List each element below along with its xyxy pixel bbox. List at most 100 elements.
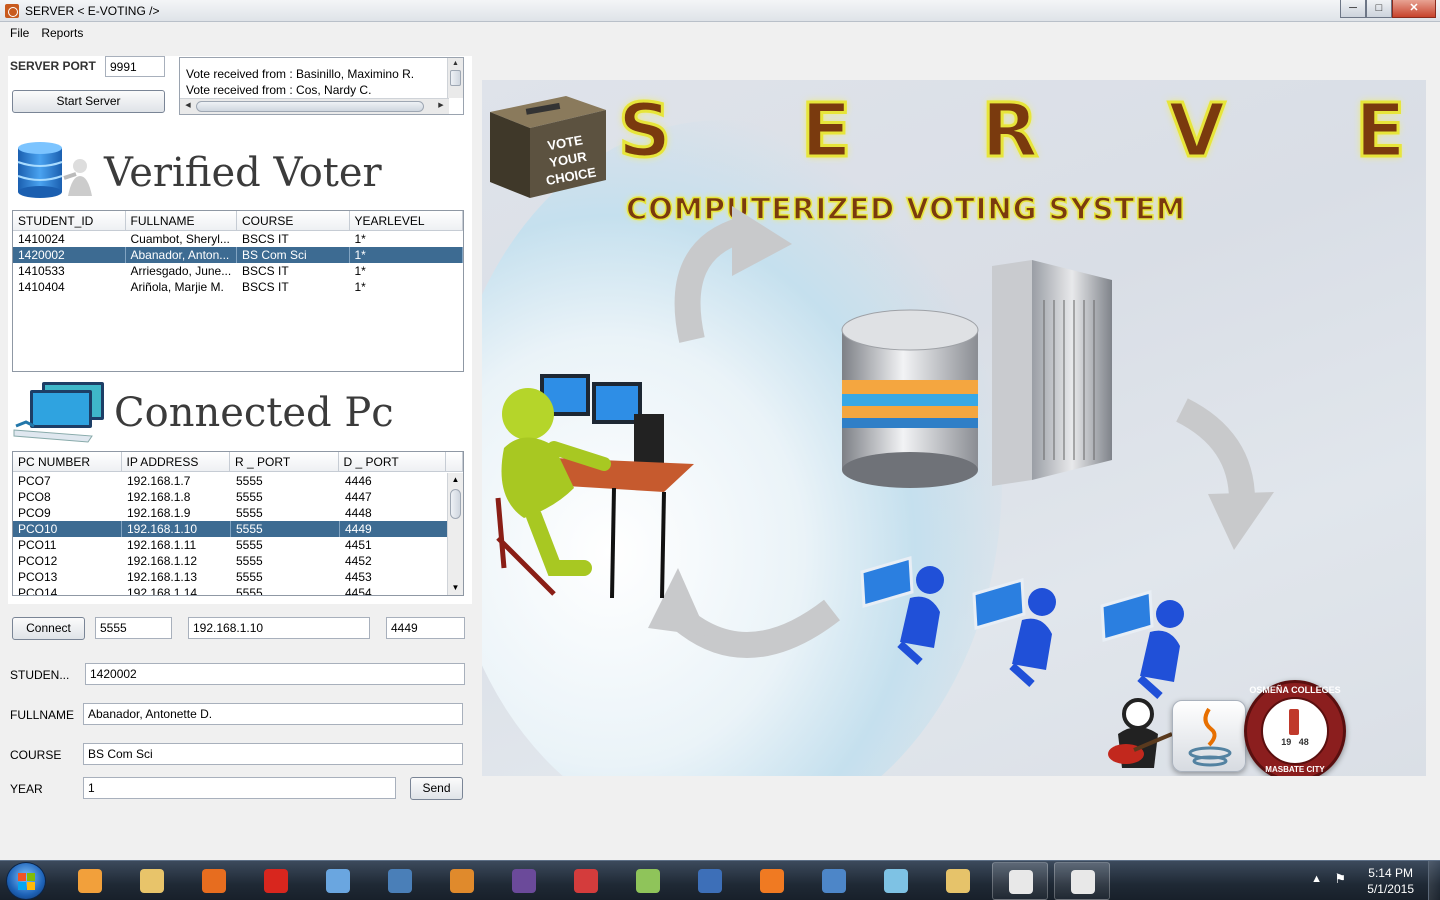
scroll-up-icon[interactable]: ▲: [448, 58, 463, 70]
table-cell: 192.168.1.13: [127, 570, 198, 584]
show-desktop-button[interactable]: [1428, 861, 1440, 900]
pdf-reader-icon: [264, 869, 288, 893]
scroll-up-icon[interactable]: ▲: [448, 473, 463, 487]
table-cell: 4451: [345, 538, 372, 552]
table-row[interactable]: PCO11 192.168.1.11 5555 4451: [13, 537, 448, 553]
table-row[interactable]: PCO10 192.168.1.10 5555 4449: [13, 521, 448, 537]
table-cell: PCO8: [18, 490, 51, 504]
show-hidden-icons-icon[interactable]: ▲: [1311, 873, 1322, 885]
verified-voter-title: Verified Voter: [104, 150, 382, 196]
maximize-button[interactable]: □: [1366, 0, 1392, 18]
table-row[interactable]: PCO12 192.168.1.12 5555 4452: [13, 553, 448, 569]
table-row[interactable]: 1410404 Ariñola, Marjie M. BSCS IT 1*: [13, 279, 463, 295]
send-button[interactable]: Send: [410, 777, 463, 800]
column-header[interactable]: PC NUMBER: [13, 452, 122, 471]
connected-pc-title: Connected Pc: [114, 390, 394, 436]
server-port-input[interactable]: [105, 56, 165, 77]
notepad-icon: [884, 869, 908, 893]
taskbar-item[interactable]: [744, 862, 800, 900]
menu-reports[interactable]: Reports: [35, 26, 89, 40]
column-header[interactable]: STUDENT_ID: [13, 211, 126, 230]
column-header[interactable]: COURSE: [237, 211, 350, 230]
course-input[interactable]: [83, 743, 463, 765]
table-cell: 1*: [354, 232, 366, 246]
table-row[interactable]: PCO14 192.168.1.14 5555 4454: [13, 585, 448, 595]
taskbar-item[interactable]: [434, 862, 490, 900]
column-header[interactable]: D _ PORT: [339, 452, 447, 471]
window-title: SERVER < E-VOTING />: [25, 3, 160, 18]
taskbar-item[interactable]: [558, 862, 614, 900]
taskbar-item[interactable]: [372, 862, 428, 900]
minimize-button[interactable]: ─: [1340, 0, 1366, 18]
table-cell: 1*: [354, 280, 366, 294]
taskbar-item[interactable]: [1054, 862, 1110, 900]
year-input[interactable]: [83, 777, 396, 799]
table-cell: PCO7: [18, 474, 51, 488]
system-clock[interactable]: 5:14 PM 5/1/2015: [1367, 865, 1414, 897]
scroll-right-icon[interactable]: ▶: [434, 99, 448, 113]
connect-button[interactable]: Connect: [12, 617, 85, 640]
column-header[interactable]: FULLNAME: [126, 211, 237, 230]
d-port-input[interactable]: [386, 617, 465, 639]
table-cell: BSCS IT: [242, 232, 289, 246]
column-header[interactable]: YEARLEVEL: [350, 211, 463, 230]
table-cell: 5555: [236, 538, 263, 552]
table-row[interactable]: 1420002 Abanador, Anton... BS Com Sci 1*: [13, 247, 463, 263]
scroll-thumb[interactable]: [450, 70, 461, 86]
java-app-icon: [1009, 870, 1033, 894]
scroll-left-icon[interactable]: ◀: [181, 99, 195, 113]
table-cell: 5555: [236, 474, 263, 488]
table-row[interactable]: PCO7 192.168.1.7 5555 4446: [13, 473, 448, 489]
connected-pc-table[interactable]: PC NUMBER IP ADDRESS R _ PORT D _ PORT P…: [12, 451, 464, 596]
table-row[interactable]: 1410533 Arriesgado, June... BSCS IT 1*: [13, 263, 463, 279]
action-center-flag-icon[interactable]: ⚑: [1334, 871, 1346, 887]
taskbar-item[interactable]: [992, 862, 1048, 900]
scroll-thumb[interactable]: [450, 489, 461, 519]
close-button[interactable]: ✕: [1392, 0, 1436, 18]
vote-log: Vote received from : Basinillo, Maximino…: [179, 57, 464, 115]
server-banner-image: VOTE YOUR CHOICE S E R V E R COMPUTERIZE…: [482, 80, 1426, 776]
verified-voter-table[interactable]: STUDENT_ID FULLNAME COURSE YEARLEVEL 141…: [12, 210, 464, 372]
table-row[interactable]: PCO9 192.168.1.9 5555 4448: [13, 505, 448, 521]
taskbar-item[interactable]: [310, 862, 366, 900]
fullname-input[interactable]: [83, 703, 463, 725]
taskbar-item[interactable]: [248, 862, 304, 900]
table-row[interactable]: PCO13 192.168.1.13 5555 4453: [13, 569, 448, 585]
table-cell: 192.168.1.8: [127, 490, 191, 504]
matlab-icon: [450, 869, 474, 893]
table-cell: PCO9: [18, 506, 51, 520]
taskbar-item[interactable]: [930, 862, 986, 900]
log-horizontal-scrollbar[interactable]: ◀ ▶: [180, 98, 449, 114]
network-computers-icon: [13, 382, 104, 443]
table-cell: 5555: [236, 586, 263, 595]
column-header[interactable]: IP ADDRESS: [122, 452, 231, 471]
taskbar-item[interactable]: [682, 862, 738, 900]
taskbar-item[interactable]: [186, 862, 242, 900]
pc-table-scrollbar[interactable]: ▲ ▼: [447, 473, 463, 595]
ip-address-input[interactable]: [188, 617, 370, 639]
log-vertical-scrollbar[interactable]: ▲: [447, 58, 463, 98]
torch-icon: [1289, 709, 1299, 735]
table-row[interactable]: PCO8 192.168.1.8 5555 4447: [13, 489, 448, 505]
table-cell: 192.168.1.14: [127, 586, 198, 595]
eclipse-icon: [512, 869, 536, 893]
table-row[interactable]: 1410024 Cuambot, Sheryl... BSCS IT 1*: [13, 231, 463, 247]
table-cell: 1420002: [13, 247, 126, 263]
table-cell: PCO12: [18, 554, 58, 568]
xampp-icon: [760, 869, 784, 893]
student-id-input[interactable]: [85, 663, 465, 685]
menu-file[interactable]: File: [4, 26, 35, 40]
start-button[interactable]: [6, 862, 46, 900]
taskbar-item[interactable]: [806, 862, 862, 900]
r-port-input[interactable]: [95, 617, 172, 639]
scroll-thumb-horizontal[interactable]: [196, 101, 424, 112]
column-header[interactable]: R _ PORT: [230, 452, 339, 471]
table-cell: 4449: [340, 521, 448, 537]
taskbar-item[interactable]: [496, 862, 552, 900]
taskbar-item[interactable]: [620, 862, 676, 900]
scroll-down-icon[interactable]: ▼: [448, 581, 463, 595]
taskbar-item[interactable]: [124, 862, 180, 900]
start-server-button[interactable]: Start Server: [12, 90, 165, 113]
taskbar-item[interactable]: [868, 862, 924, 900]
taskbar-item[interactable]: [62, 862, 118, 900]
